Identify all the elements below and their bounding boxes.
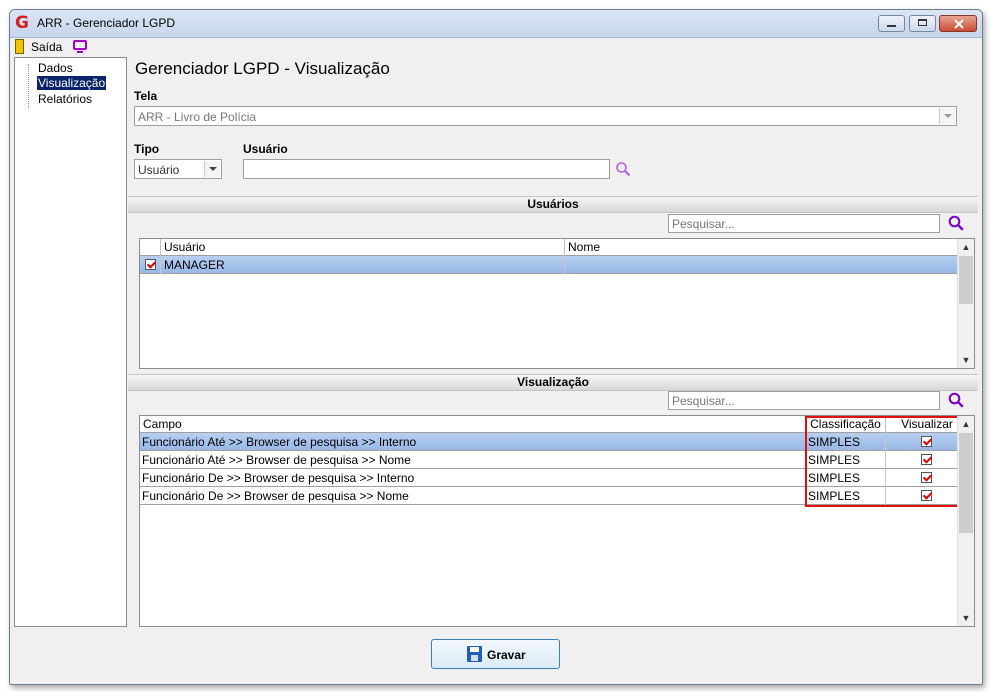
tela-label: Tela [134,89,158,103]
users-section-header: Usuários [128,196,978,213]
monitor-icon[interactable] [73,40,87,50]
maximize-button[interactable] [909,15,936,32]
campo-cell: Funcionário Até >> Browser de pesquisa >… [140,433,806,451]
search-icon[interactable] [615,161,631,177]
campo-cell: Funcionário De >> Browser de pesquisa >>… [140,487,806,505]
app-logo-icon: G [15,13,29,33]
tipo-value: Usuário [138,163,180,177]
tree-connector [28,64,30,108]
sidebar-item-relatorios[interactable]: Relatórios [37,92,93,106]
close-button[interactable] [939,15,977,32]
title-bar: G ARR - Gerenciador LGPD [10,10,982,38]
visualizacao-section-header: Visualização [128,374,978,391]
scroll-thumb[interactable] [959,433,973,533]
vis-search-input[interactable]: Pesquisar... [668,391,940,410]
visualizacao-table: Campo Classificação Visualizar Funcionár… [139,415,975,627]
tela-select[interactable]: ARR - Livro de Polícia [134,106,957,126]
vis-search-placeholder: Pesquisar... [672,394,735,408]
usuario-label: Usuário [243,142,288,156]
close-icon [954,19,964,29]
window-title: ARR - Gerenciador LGPD [37,16,176,30]
scroll-up-icon[interactable]: ▲ [958,239,974,255]
main-panel: Gerenciador LGPD - Visualização Tela ARR… [128,57,978,627]
monitor-stand-icon [77,51,83,53]
users-search-placeholder: Pesquisar... [672,217,735,231]
users-table-header: Usuário Nome [140,239,958,256]
row-checkbox[interactable] [145,259,156,270]
exit-button[interactable]: Saída [31,40,62,54]
save-button[interactable]: Gravar [431,639,560,669]
tipo-label: Tipo [134,142,160,156]
users-search-icon[interactable] [948,215,964,231]
table-row[interactable]: MANAGER [140,256,958,274]
campo-cell: Funcionário Até >> Browser de pesquisa >… [140,451,806,469]
scroll-down-icon[interactable]: ▼ [958,610,974,626]
save-button-label: Gravar [487,648,526,662]
column-header-nome[interactable]: Nome [565,239,958,256]
nome-cell [565,256,958,274]
app-window: G ARR - Gerenciador LGPD Saída Dados Vis… [9,9,983,685]
users-check-col [140,239,161,256]
sidebar-tree: Dados Visualização Relatórios [14,57,127,627]
campo-cell: Funcionário De >> Browser de pesquisa >>… [140,469,806,487]
vis-scrollbar[interactable]: ▲ ▼ [957,416,974,626]
minimize-button[interactable] [878,15,905,32]
usuario-cell: MANAGER [161,256,565,274]
column-header-campo[interactable]: Campo [140,416,806,433]
users-table: Usuário Nome MANAGER ▲ ▼ [139,238,975,369]
floppy-disk-icon [467,646,482,662]
column-header-usuario[interactable]: Usuário [161,239,565,256]
sidebar-item-dados[interactable]: Dados [37,61,74,75]
usuario-input[interactable] [243,159,610,179]
vis-search-icon[interactable] [948,392,964,408]
highlight-box [805,416,969,507]
page-title: Gerenciador LGPD - Visualização [135,59,390,78]
scroll-down-icon[interactable]: ▼ [958,352,974,368]
chevron-down-icon [204,161,220,177]
minimize-icon [887,25,896,27]
sidebar-item-visualizacao[interactable]: Visualização [37,76,107,90]
toolbar: Saída [10,38,982,56]
users-scrollbar[interactable]: ▲ ▼ [957,239,974,368]
exit-door-icon[interactable] [15,39,24,54]
tela-value: ARR - Livro de Polícia [138,110,257,124]
scroll-thumb[interactable] [959,256,973,304]
chevron-down-icon [939,108,955,124]
scroll-up-icon[interactable]: ▲ [958,416,974,432]
tipo-select[interactable]: Usuário [134,159,222,179]
row-check-cell [140,256,161,274]
maximize-icon [918,19,927,26]
users-search-input[interactable]: Pesquisar... [668,214,940,233]
